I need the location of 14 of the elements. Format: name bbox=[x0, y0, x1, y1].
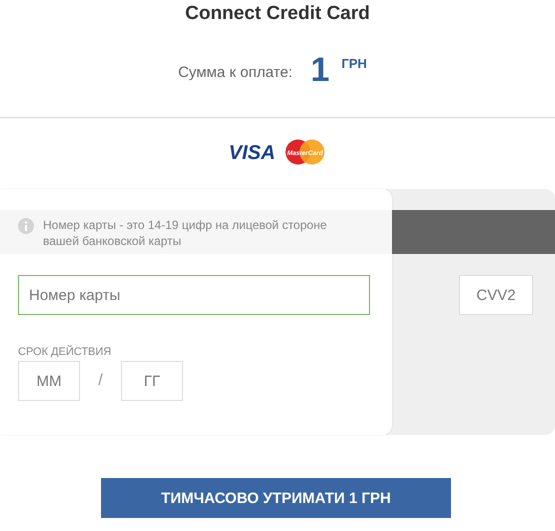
amount-label: Сумма к оплате: bbox=[178, 64, 293, 81]
date-separator: / bbox=[97, 372, 104, 390]
currency-label: ГРН bbox=[341, 56, 367, 71]
hint-text: Номер карты - это 14-19 цифр на лицевой стороне вашей банковской карты bbox=[43, 217, 328, 249]
month-field[interactable]: ММ bbox=[18, 361, 80, 401]
cvv-field[interactable]: CVV2 bbox=[459, 275, 533, 315]
year-field[interactable]: ГГ bbox=[121, 361, 183, 401]
amount-value: 1 bbox=[310, 52, 330, 88]
card-number-field[interactable]: Номер карты bbox=[18, 275, 370, 315]
visa-logo: VISA bbox=[226, 141, 278, 163]
page-title: Connect Credit Card bbox=[184, 2, 371, 26]
info-icon bbox=[18, 218, 34, 234]
submit-button[interactable]: ТИМЧАСОВО УТРИМАТИ 1 ГРН bbox=[101, 478, 451, 518]
expiry-label: СРОК ДЕЙСТВИЯ bbox=[18, 346, 112, 358]
